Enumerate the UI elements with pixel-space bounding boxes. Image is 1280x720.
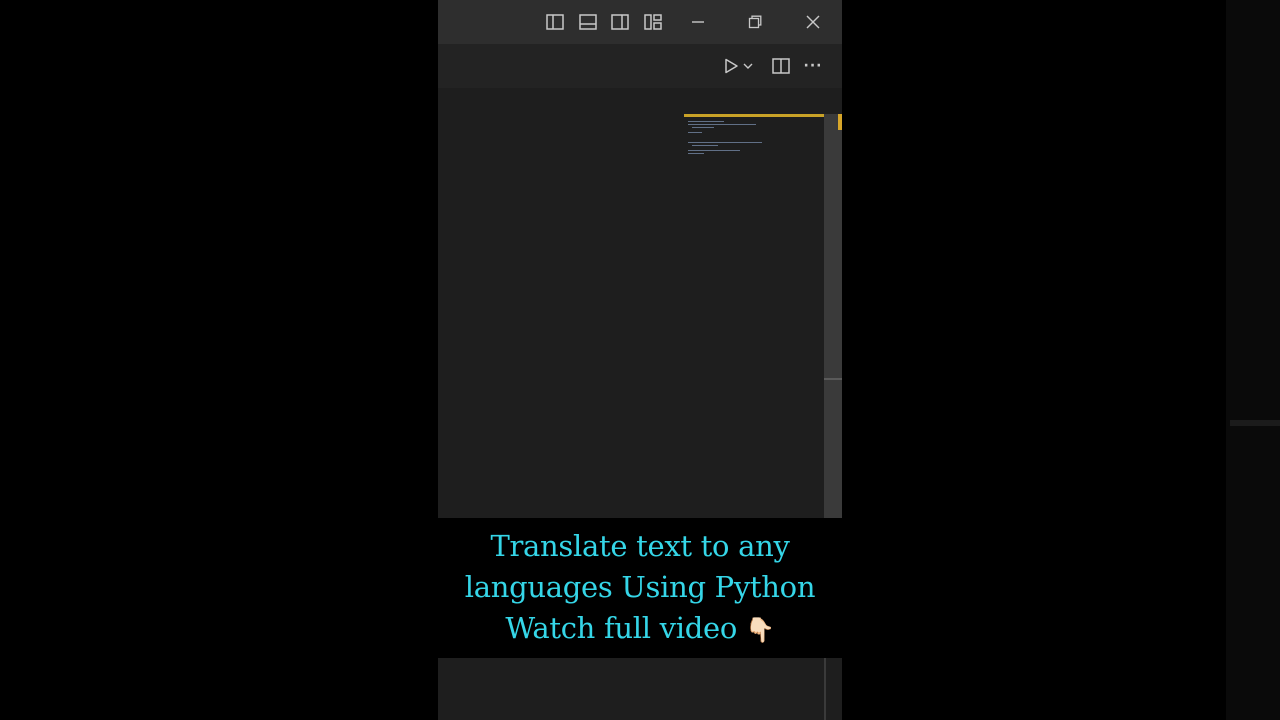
customize-layout-icon[interactable] [641,10,665,34]
video-caption: Translate text to any languages Using Py… [438,518,842,658]
split-editor-icon[interactable] [769,54,793,78]
title-bar [438,0,842,44]
scrollbar-marker [838,114,842,130]
caption-line-2: languages Using Python [464,569,816,604]
toggle-secondary-sidebar-icon[interactable] [608,10,632,34]
scrollbar-track [824,658,826,720]
background-edge-mark [1230,420,1280,426]
pointing-down-emoji-icon: 👇🏻 [745,615,775,644]
toggle-primary-sidebar-icon[interactable] [543,10,567,34]
background-right-edge [1226,0,1280,720]
minimize-icon[interactable] [686,10,710,34]
minimap[interactable] [684,114,824,174]
code-editor-window: ··· Translate text to any languages Usin… [438,0,842,720]
more-actions-icon[interactable]: ··· [801,54,825,78]
close-icon[interactable] [801,10,825,34]
toggle-panel-icon[interactable] [576,10,600,34]
caption-line-1: Translate text to any [490,528,790,563]
chevron-down-icon[interactable] [740,54,756,78]
scrollbar-thumb-edge [824,378,842,380]
minimap-highlight [684,114,824,117]
vertical-scrollbar[interactable] [824,114,842,520]
editor-toolbar: ··· [438,44,842,88]
caption-line-3: Watch full video 👇🏻 [505,608,774,651]
caption-line-3-text: Watch full video [505,610,737,645]
restore-icon[interactable] [743,10,767,34]
